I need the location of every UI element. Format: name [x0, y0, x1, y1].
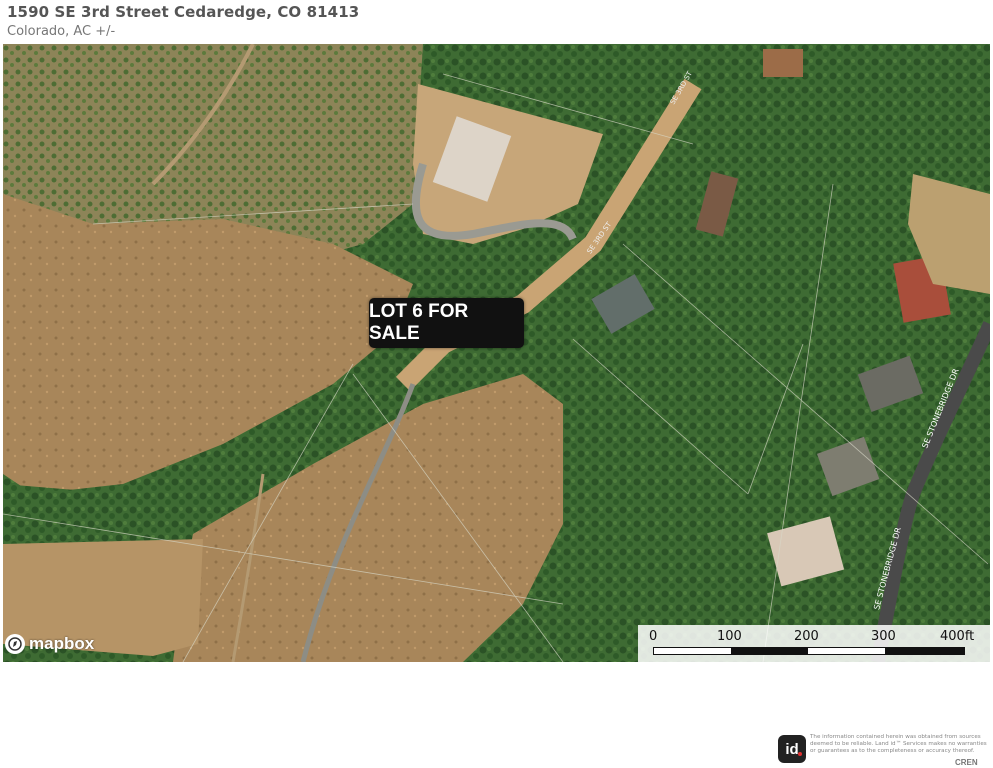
listing-subtitle: Colorado, AC +/- [7, 24, 116, 39]
scale-label: 200 [794, 629, 819, 644]
land-id-logo-text: id [785, 740, 799, 758]
scale-label: 100 [717, 629, 742, 644]
scale-bar-graphic [653, 647, 965, 655]
cren-logo: CREN [955, 758, 978, 767]
land-id-logo: id [778, 735, 806, 763]
mapbox-logo: mapbox [5, 634, 94, 654]
listing-header: 1590 SE 3rd Street Cedaredge, CO 81413 C… [7, 3, 359, 41]
lot-label: LOT 6 FOR SALE [369, 298, 524, 348]
scale-segment [731, 648, 808, 654]
scale-label: 400ft [940, 629, 975, 644]
mapbox-wordmark: mapbox [29, 634, 95, 653]
scale-label: 0 [649, 629, 658, 644]
satellite-map[interactable]: SE 3RD ST SE 3RD ST SE STONEBRIDGE DR SE… [3, 44, 990, 662]
mapbox-icon [5, 634, 25, 654]
scale-segment [885, 648, 964, 654]
scale-bar: 0 100 200 300 400ft [638, 625, 990, 662]
map-terrain [3, 44, 990, 662]
logo-dot [798, 752, 802, 756]
disclaimer-text: The information contained herein was obt… [810, 734, 987, 754]
listing-address: 1590 SE 3rd Street Cedaredge, CO 81413 [7, 3, 360, 21]
scale-label: 300 [871, 629, 896, 644]
